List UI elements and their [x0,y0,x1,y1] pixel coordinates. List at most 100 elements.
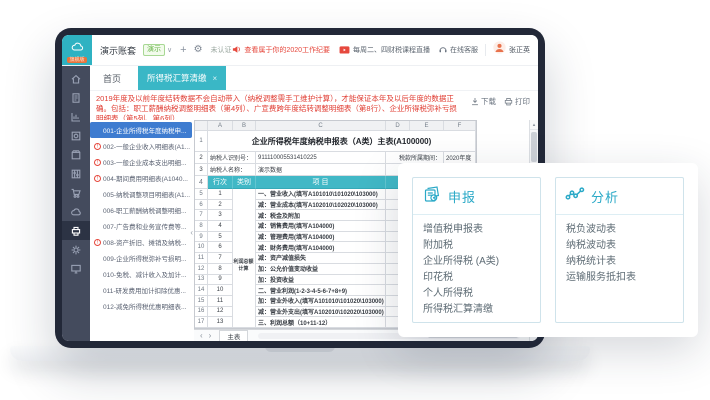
item-cell[interactable]: 一、营业收入(填写A101010\101020\103000) [256,189,386,200]
tree-item[interactable]: ! 011-研发费用加计扣除优惠... [90,282,192,298]
monitor-icon[interactable] [62,259,90,278]
row-number: 12 [195,264,208,275]
category-cell [233,200,256,211]
tree-item[interactable]: ! 001-企业所得税年度纳税申... [90,122,192,138]
list-item[interactable]: 纳税统计表 [566,254,673,270]
category-cell [233,275,256,286]
list-item[interactable]: 个人所得税 [423,286,530,302]
tree-item[interactable]: ! 005-纳税调整项目明细表(A1... [90,186,192,202]
tree-item[interactable]: ! 008-资产折旧、摊销及纳税... [90,234,192,250]
tree-item-label: 005-纳税调整项目明细表(A1... [103,189,190,199]
item-cell[interactable]: 加：公允价值变动收益 [256,264,386,275]
live-course-text: 每周二、四财税课程直播 [353,45,430,55]
tree-item[interactable]: ! 007-广告费和业务宣传费等... [90,218,192,234]
line-no-cell: 4 [208,221,233,232]
item-cell[interactable]: 减：营业外支出(填写A102010\102020\103000) [256,307,386,318]
list-item[interactable]: 税负波动表 [566,222,673,238]
cart-icon[interactable] [62,183,90,202]
announcement-link[interactable]: 查看属于你的2020工作纪要 [232,41,330,59]
report-chart-icon[interactable] [62,107,90,126]
download-icon [471,97,479,106]
account-name[interactable]: 演示账套 [100,44,136,57]
analysis-chart-icon [565,184,585,209]
item-cell[interactable]: 减：销售费用(填写A104000) [256,221,386,232]
icon-sidebar [62,66,90,341]
tab-home[interactable]: 首页 [90,66,134,90]
line-no-cell: 5 [208,232,233,243]
list-item[interactable]: 所得税汇算清缴 [423,302,530,318]
tab-label: 所得税汇算清缴 [147,72,207,84]
list-item[interactable]: 纳税波动表 [566,238,673,254]
user-menu[interactable]: 张正英 [493,41,530,59]
headset-icon [438,41,448,59]
settings-gear-icon[interactable] [62,240,90,259]
item-cell[interactable]: 减：资产减值损失 [256,253,386,264]
settings-gear-icon[interactable]: ⚙ [194,45,203,55]
avatar [493,41,506,59]
list-item[interactable]: 运输服务抵扣表 [566,270,673,286]
print-button[interactable]: 打印 [504,96,530,107]
list-item[interactable]: 印花税 [423,270,530,286]
print-icon[interactable] [62,221,90,240]
demo-badge: 演示 [143,44,165,56]
tab-income-tax-settlement[interactable]: 所得税汇算清缴 × [138,66,226,90]
row-number: 6 [195,200,208,211]
tree-item[interactable]: ! 012-减免所得税优惠明细表... [90,298,192,314]
line-no-cell: 7 [208,253,233,264]
list-item[interactable]: 附加税 [423,238,530,254]
scroll-thumb[interactable] [531,132,537,162]
prev-sheet-icon[interactable]: ‹ [200,332,203,340]
line-no-cell: 10 [208,285,233,296]
item-cell[interactable]: 减：营业成本(填写A102010\102020\103000) [256,200,386,211]
bill-icon[interactable] [62,88,90,107]
header-item: 项 目 [256,176,386,189]
live-course-link[interactable]: 每周二、四财税课程直播 [339,41,430,59]
item-cell[interactable]: 减：管理费用(填写A104000) [256,232,386,243]
item-cell[interactable]: 加：营业外收入(填写A101010\101020\103000) [256,296,386,307]
item-cell[interactable]: 三、利润总额（10+11-12） [256,317,386,328]
chevron-down-icon[interactable]: ∨ [167,46,172,54]
corner-cell [195,121,208,131]
inventory-box-icon[interactable] [62,145,90,164]
sheet-tab-main[interactable]: 主表 [219,330,248,342]
scroll-up-icon[interactable]: ▴ [530,120,538,130]
close-icon[interactable]: × [213,74,218,83]
shenbao-header: 申报 [413,178,540,215]
taxpayer-name-value[interactable]: 演示数据 [256,164,386,176]
print-label: 打印 [515,96,530,107]
download-button[interactable]: 下载 [471,96,496,107]
list-item[interactable]: 增值税申报表 [423,222,530,238]
notice-bar: 2019年度及以前年度结转数据不会自动带入（纳税调整需手工维护计算），才能保证本… [90,91,538,120]
username: 张正英 [509,45,530,55]
panel-fenxi: 分析 税负波动表纳税波动表纳税统计表运输服务抵扣表 [555,177,684,323]
tree-item-label: 007-广告费和业务宣传费等... [103,221,186,231]
unverified-status[interactable]: 未认证 [211,45,232,55]
tree-item[interactable]: ! 003-一般企业成本支出明细... [90,154,192,170]
app-logo[interactable]: 旗舰版 [62,35,92,65]
tree-item[interactable]: ! 004-期间费用明细表(A1040... [90,170,192,186]
tree-item[interactable]: ! 002-一般企业收入明细表(A1... [90,138,192,154]
tree-item[interactable]: ! 006-职工薪酬纳税调整明细... [90,202,192,218]
item-cell[interactable]: 加：投资收益 [256,275,386,286]
item-cell[interactable]: 减：税金及附加 [256,210,386,221]
notice-text: 2019年度及以前年度结转数据不会自动带入（纳税调整需手工维护计算），才能保证本… [96,94,457,120]
next-sheet-icon[interactable]: › [209,332,212,340]
tree-item[interactable]: ! 009-企业所得税弥补亏损明... [90,250,192,266]
add-account-button[interactable]: + [180,44,186,56]
taxpayer-id-value[interactable]: 911110005531410225 [256,152,386,164]
item-cell[interactable]: 二、营业利润(1-2-3-4-5-6-7+8+9) [256,285,386,296]
item-cell[interactable]: 减：财务费用(填写A104000) [256,242,386,253]
tree-item-label: 004-期间费用明细表(A1040... [103,173,188,183]
row-number: 15 [195,296,208,307]
abacus-icon[interactable] [62,164,90,183]
marketing-canvas: 旗舰版 演示账套 演示 ∨ + ⚙ 未认证 查看属于你的2020工作纪要 [0,0,710,400]
warning-icon: ! [94,175,101,182]
home-icon[interactable] [62,69,90,88]
row-number: 10 [195,242,208,253]
safe-icon[interactable] [62,126,90,145]
cloud-icon[interactable] [62,202,90,221]
online-service-link[interactable]: 在线客服 [438,41,478,59]
list-item[interactable]: 企业所得税 (A类) [423,254,530,270]
line-no-cell: 8 [208,264,233,275]
tree-item[interactable]: ! 010-免税、减计收入及加计... [90,266,192,282]
